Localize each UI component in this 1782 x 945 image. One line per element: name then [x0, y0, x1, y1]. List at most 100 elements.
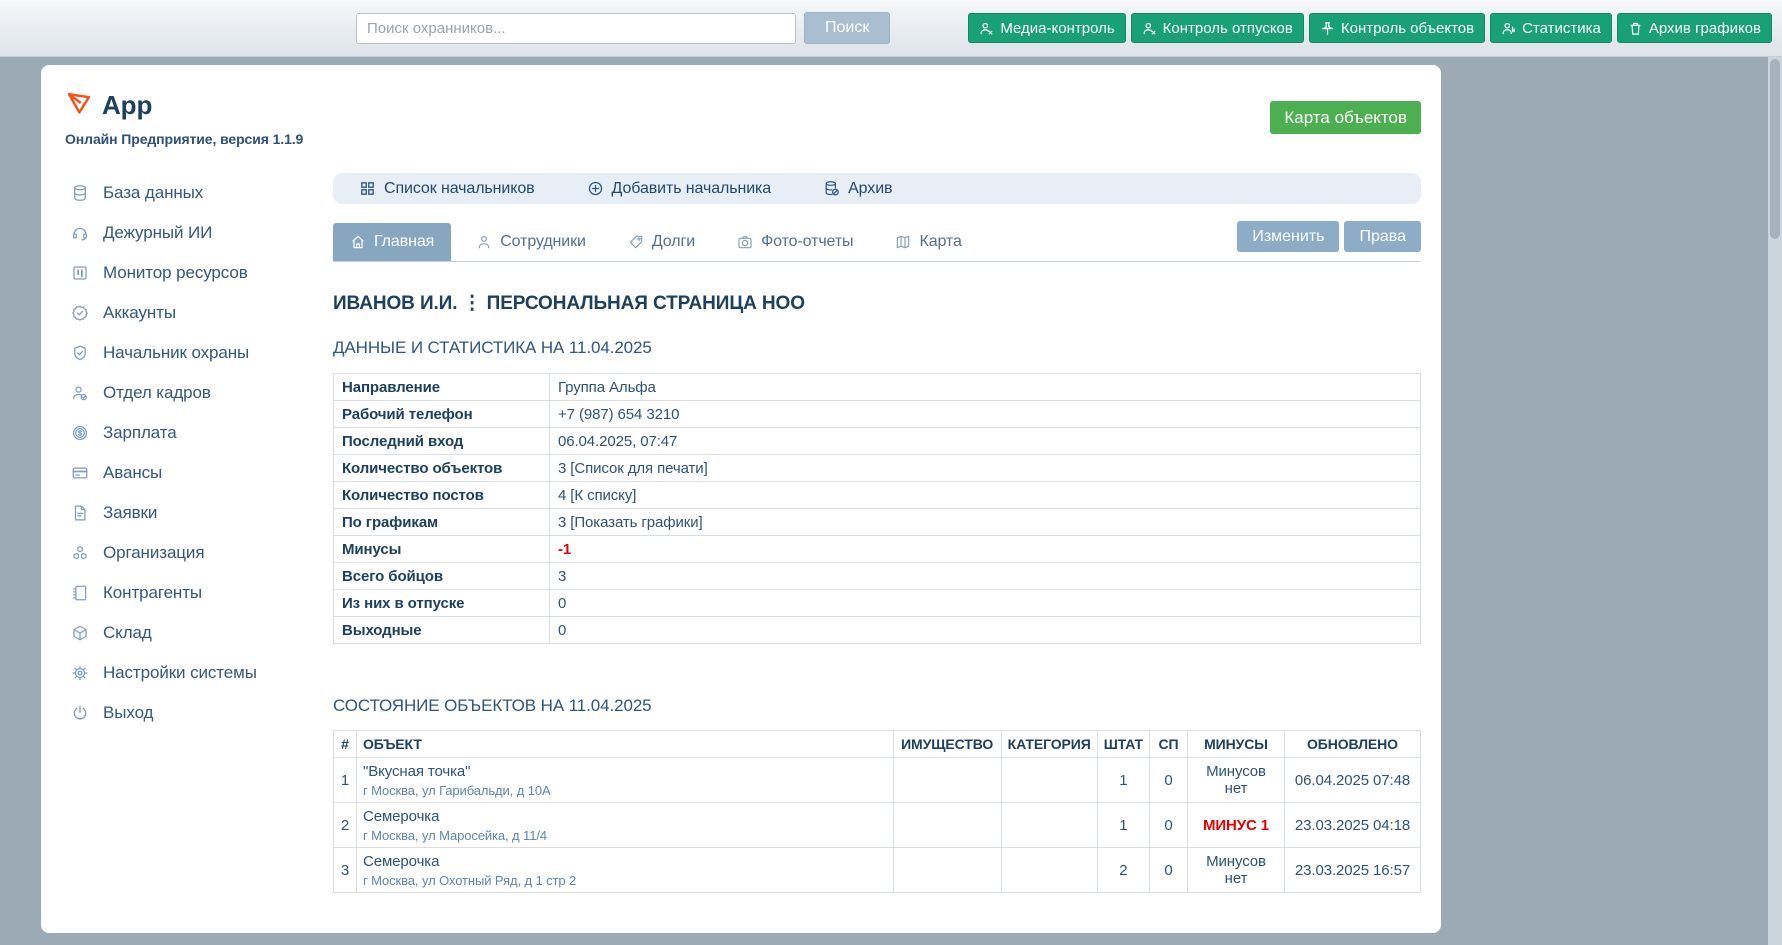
stat-label: Последний вход	[333, 427, 550, 455]
tab-label: Сотрудники	[500, 233, 586, 250]
table-row: Выходные 0	[333, 616, 1421, 644]
object-name[interactable]: "Вкусная точка"	[363, 763, 887, 780]
object-num: 2	[333, 802, 357, 848]
object-cell: Семерочка г Москва, ул Маросейка, д 11/4	[356, 802, 894, 848]
toolbar-item-chiefs-list[interactable]: Список начальников	[359, 180, 560, 198]
toolbar-item-label: Архив	[848, 179, 893, 197]
table-row: Направление Группа Альфа	[333, 373, 1421, 401]
stat-value-posts-link[interactable]: 4 [К списку]	[549, 481, 1421, 509]
map-icon	[895, 234, 911, 250]
boxes-icon	[71, 544, 89, 562]
media-control-button[interactable]: Медиа-контроль	[968, 13, 1126, 43]
toolbar-item-label: Список начальников	[384, 179, 535, 197]
sidebar-item-contractors[interactable]: Контрагенты	[41, 573, 333, 613]
stat-label: Рабочий телефон	[333, 400, 550, 428]
package-icon	[71, 624, 89, 642]
search-area: Поиск	[356, 12, 891, 44]
statistics-button[interactable]: Статистика	[1490, 13, 1612, 43]
tab-main[interactable]: Главная	[333, 223, 452, 261]
objects-control-button[interactable]: Контроль объектов	[1308, 13, 1486, 43]
object-name[interactable]: Семерочка	[363, 808, 887, 825]
tab-employees[interactable]: Сотрудники	[459, 223, 603, 261]
sidebar-item-duty-ai[interactable]: Дежурный ИИ	[41, 213, 333, 253]
toolbar-item-archive[interactable]: Архив	[823, 180, 917, 198]
sidebar-item-label: Монитор ресурсов	[103, 263, 248, 282]
stat-label: Количество объектов	[333, 454, 550, 482]
object-category	[1000, 847, 1098, 893]
sidebar-item-organization[interactable]: Организация	[41, 533, 333, 573]
search-input[interactable]	[356, 12, 796, 44]
table-row: Всего бойцов 3	[333, 562, 1421, 590]
object-sp: 0	[1149, 847, 1188, 893]
object-num: 3	[333, 847, 357, 893]
archive-schedules-button[interactable]: Архив графиков	[1616, 13, 1772, 43]
stat-value: 0	[549, 616, 1421, 644]
sidebar-item-resource-monitor[interactable]: Монитор ресурсов	[41, 253, 333, 293]
object-minuses: Минусов нет	[1187, 757, 1285, 803]
sidebar-item-requests[interactable]: Заявки	[41, 493, 333, 533]
stat-label: Направление	[333, 373, 550, 401]
column-header-category: КАТЕГОРИЯ	[1000, 730, 1098, 758]
main-card: App Онлайн Предприятие, версия 1.1.9 Баз…	[41, 65, 1441, 933]
tab-photo-reports[interactable]: Фото-отчеты	[720, 223, 870, 261]
stat-value-schedules-link[interactable]: 3 [Показать графики]	[549, 508, 1421, 536]
object-sp: 0	[1149, 802, 1188, 848]
sidebar-item-label: Авансы	[103, 463, 163, 482]
search-button[interactable]: Поиск	[804, 12, 891, 44]
object-address: г Москва, ул Гарибальди, д 10А	[363, 782, 551, 798]
button-label: Архив графиков	[1648, 19, 1761, 37]
sidebar-item-database[interactable]: База данных	[41, 173, 333, 213]
sidebar-item-accounts[interactable]: Аккаунты	[41, 293, 333, 333]
person-icon	[1142, 21, 1157, 36]
person-check-icon	[71, 384, 89, 402]
pin-icon	[1320, 21, 1335, 36]
table-row: 3 Семерочка г Москва, ул Охотный Ряд, д …	[333, 847, 1421, 893]
vacation-control-button[interactable]: Контроль отпусков	[1130, 13, 1304, 43]
stat-value: 3	[549, 562, 1421, 590]
tab-debts[interactable]: Долги	[611, 223, 712, 261]
objects-map-button[interactable]: Карта объектов	[1270, 101, 1421, 134]
sidebar-item-settings[interactable]: Настройки системы	[41, 653, 333, 693]
edit-button[interactable]: Изменить	[1237, 221, 1340, 252]
table-row: Рабочий телефон +7 (987) 654 3210	[333, 400, 1421, 428]
sidebar-item-logout[interactable]: Выход	[41, 693, 333, 733]
object-staff: 1	[1096, 757, 1151, 803]
toolbar-item-add-chief[interactable]: Добавить начальника	[587, 180, 797, 198]
button-label: Контроль отпусков	[1162, 19, 1293, 37]
table-row: Последний вход 06.04.2025, 07:47	[333, 427, 1421, 455]
toolbar: Список начальников Добавить начальника А…	[333, 173, 1421, 204]
table-row: 2 Семерочка г Москва, ул Маросейка, д 11…	[333, 802, 1421, 848]
stat-value-objects-link[interactable]: 3 [Список для печати]	[549, 454, 1421, 482]
stat-label: Минусы	[333, 535, 550, 563]
tab-label: Долги	[651, 233, 696, 250]
table-row: По графикам 3 [Показать графики]	[333, 508, 1421, 536]
object-cell: Семерочка г Москва, ул Охотный Ряд, д 1 …	[356, 847, 894, 893]
stats-table: Направление Группа Альфа Рабочий телефон…	[333, 373, 1421, 644]
tab-bar: Главная Сотрудники Долги Фото-отчеты Кар…	[333, 218, 1421, 262]
object-sp: 0	[1149, 757, 1188, 803]
sidebar-item-warehouse[interactable]: Склад	[41, 613, 333, 653]
column-header-object: ОБЪЕКТ	[356, 730, 894, 758]
database-archive-icon	[823, 180, 840, 197]
button-label: Статистика	[1522, 19, 1601, 37]
sidebar-item-hr[interactable]: Отдел кадров	[41, 373, 333, 413]
scrollbar-track[interactable]	[1768, 57, 1782, 945]
sidebar-item-label: Настройки системы	[103, 663, 257, 682]
shield-check-icon	[71, 344, 89, 362]
sidebar-item-security-chief[interactable]: Начальник охраны	[41, 333, 333, 373]
grid-icon	[359, 180, 376, 197]
document-icon	[71, 504, 89, 522]
rights-button[interactable]: Права	[1344, 221, 1421, 252]
stat-label: Всего бойцов	[333, 562, 550, 590]
objects-heading: СОСТОЯНИЕ ОБЪЕКТОВ НА 11.04.2025	[333, 696, 652, 715]
object-updated: 06.04.2025 07:48	[1284, 757, 1421, 803]
sidebar-item-salary[interactable]: $ Зарплата	[41, 413, 333, 453]
object-category	[1000, 802, 1098, 848]
object-name[interactable]: Семерочка	[363, 853, 887, 870]
object-address: г Москва, ул Маросейка, д 11/4	[363, 827, 547, 843]
table-row: 1 "Вкусная точка" г Москва, ул Гарибальд…	[333, 757, 1421, 803]
sidebar-item-advances[interactable]: Авансы	[41, 453, 333, 493]
tab-map[interactable]: Карта	[878, 223, 978, 261]
camera-icon	[737, 234, 753, 250]
scrollbar-thumb[interactable]	[1770, 59, 1780, 239]
